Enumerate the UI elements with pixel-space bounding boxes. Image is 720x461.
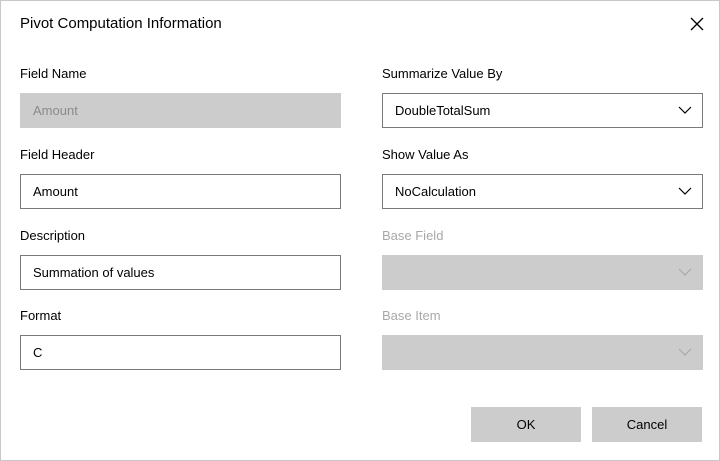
dialog-title: Pivot Computation Information [20, 15, 222, 32]
chevron-down-icon [678, 106, 692, 114]
summarize-value-by-value: DoubleTotalSum [395, 103, 491, 118]
format-input[interactable]: C [20, 335, 341, 370]
base-field-dropdown [382, 255, 703, 290]
show-value-as-value: NoCalculation [395, 184, 476, 199]
field-name-label: Field Name [20, 66, 87, 81]
field-header-input[interactable]: Amount [20, 174, 341, 209]
format-label: Format [20, 308, 62, 323]
base-item-dropdown [382, 335, 703, 370]
show-value-as-label: Show Value As [382, 147, 469, 162]
field-name-input: Amount [20, 93, 341, 128]
chevron-down-icon [678, 187, 692, 195]
field-header-label: Field Header [20, 147, 95, 162]
cancel-button[interactable]: Cancel [592, 407, 702, 442]
close-icon-glyph [690, 17, 704, 31]
base-field-label: Base Field [382, 228, 444, 243]
chevron-down-icon [678, 348, 692, 356]
summarize-value-by-dropdown[interactable]: DoubleTotalSum [382, 93, 703, 128]
description-label: Description [20, 228, 86, 243]
chevron-down-icon [678, 268, 692, 276]
show-value-as-dropdown[interactable]: NoCalculation [382, 174, 703, 209]
base-item-label: Base Item [382, 308, 441, 323]
summarize-value-by-label: Summarize Value By [382, 66, 503, 81]
pivot-computation-dialog: Pivot Computation Information Field Name… [0, 0, 720, 461]
ok-button[interactable]: OK [471, 407, 581, 442]
description-input[interactable]: Summation of values [20, 255, 341, 290]
close-icon[interactable] [687, 14, 707, 34]
